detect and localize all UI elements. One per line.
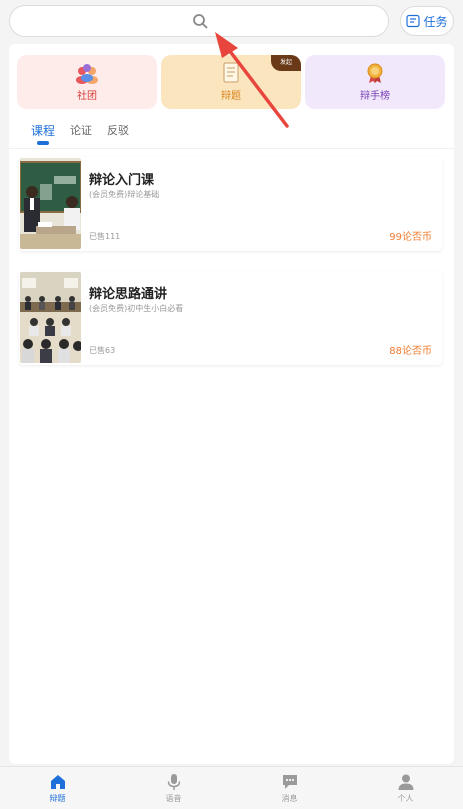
task-button[interactable]: 任务: [400, 6, 454, 36]
tab-argument[interactable]: 论证: [70, 122, 92, 138]
group-icon: [76, 64, 98, 84]
course-price: 99论否币: [389, 232, 432, 243]
course-title: 辩论入门课: [89, 173, 155, 188]
nav-label: 消息: [281, 794, 298, 803]
category-label: 辩手榜: [360, 91, 390, 102]
category-topic[interactable]: 辩题 发起: [161, 55, 301, 109]
person-icon: [398, 774, 413, 790]
course-thumbnail: [20, 272, 81, 363]
message-icon: [282, 775, 297, 789]
course-sold-count: 已售63: [89, 346, 116, 355]
category-label: 社团: [77, 91, 97, 102]
task-button-label: 任务: [423, 14, 448, 29]
nav-topics[interactable]: 辩题: [0, 767, 115, 809]
main-content: 社团 辩题 发起 辩手榜 课程 论证 反驳 辩论入门课 (会员免费)辩论基础 已…: [9, 44, 454, 764]
nav-messages[interactable]: 消息: [232, 767, 347, 809]
category-ranking[interactable]: 辩手榜: [305, 55, 445, 109]
category-label: 辩题: [221, 91, 241, 102]
tab-label: 课程: [31, 124, 56, 138]
tab-label: 反驳: [107, 124, 129, 137]
course-thumbnail: [20, 158, 81, 249]
nav-label: 个人: [397, 794, 414, 803]
tab-course[interactable]: 课程: [31, 122, 56, 145]
course-price: 88论否币: [389, 346, 432, 357]
task-list-icon: [406, 14, 421, 28]
course-subtitle: (会员免费)辩论基础: [89, 190, 160, 199]
launch-badge: 发起: [271, 55, 301, 71]
home-icon: [50, 775, 65, 789]
nav-profile[interactable]: 个人: [348, 767, 463, 809]
course-title: 辩论思路通讲: [89, 287, 168, 302]
top-bar: 任务: [0, 0, 463, 42]
notebook-icon: [223, 62, 239, 83]
category-club[interactable]: 社团: [17, 55, 157, 109]
active-tab-indicator: [37, 141, 49, 145]
course-subtitle: (会员免费)初中生小白必看: [89, 304, 184, 313]
tabs-divider: [9, 148, 454, 149]
course-card[interactable]: 辩论入门课 (会员免费)辩论基础 已售111 99论否币: [19, 157, 442, 251]
tab-rebuttal[interactable]: 反驳: [107, 122, 129, 138]
nav-voice[interactable]: 语音: [116, 767, 231, 809]
microphone-icon: [167, 774, 180, 790]
nav-label: 辩题: [49, 794, 66, 803]
course-card[interactable]: 辩论思路通讲 (会员免费)初中生小白必看 已售63 88论否币: [19, 271, 442, 365]
search-input[interactable]: [9, 5, 389, 37]
tab-label: 论证: [70, 124, 92, 137]
medal-icon: [367, 63, 383, 83]
bottom-nav: 辩题 语音 消息 个人: [0, 766, 463, 809]
nav-label: 语音: [165, 794, 182, 803]
search-icon: [193, 14, 208, 29]
course-sold-count: 已售111: [89, 232, 121, 241]
